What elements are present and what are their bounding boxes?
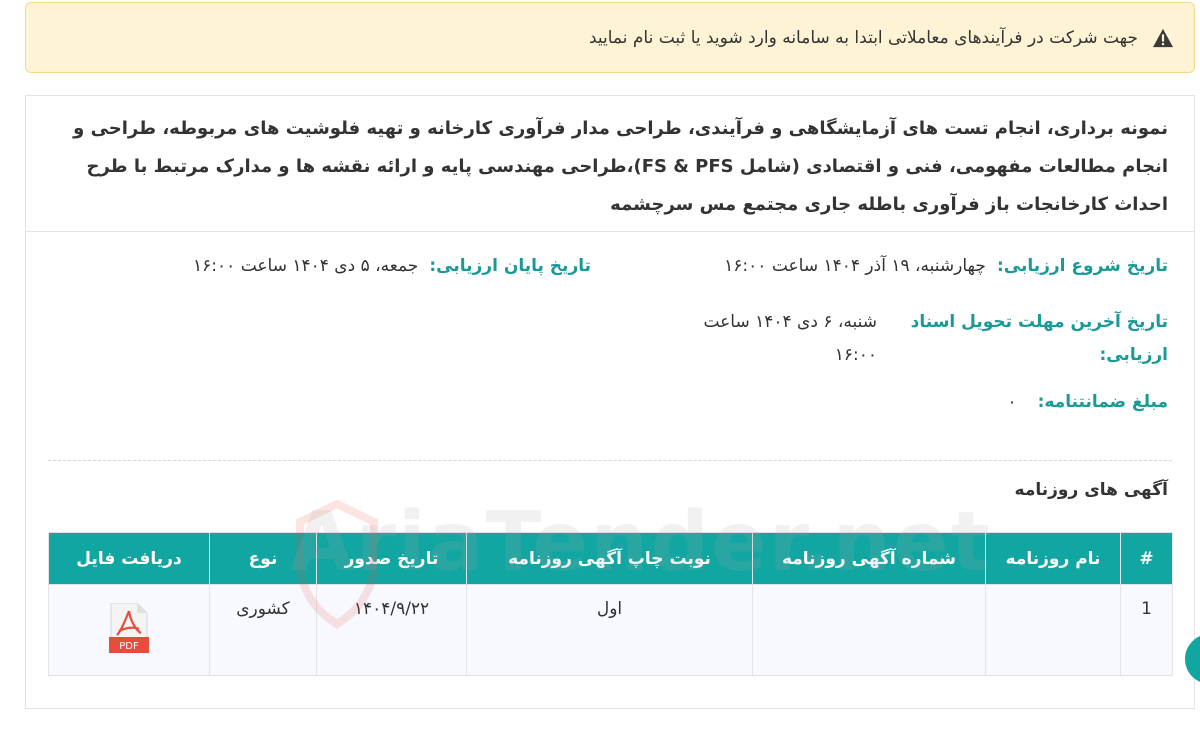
cell-ad-number <box>752 584 986 676</box>
svg-text:PDF: PDF <box>119 641 139 652</box>
cell-print-round: اول <box>466 584 753 676</box>
cell-type: کشوری <box>209 584 317 676</box>
login-alert: جهت شرکت در فرآیندهای معاملاتی ابتدا به … <box>25 2 1195 73</box>
tender-title: نمونه برداری، انجام تست های آزمایشگاهی و… <box>26 96 1194 232</box>
warning-triangle-icon <box>1153 28 1173 47</box>
col-download: دریافت فایل <box>48 532 210 585</box>
table-row: 1 اول ۱۴۰۴/۹/۲۲ کشوری PDF <box>48 584 1173 676</box>
col-ad-number: شماره آگهی روزنامه <box>752 532 986 585</box>
col-newspaper: نام روزنامه <box>985 532 1121 585</box>
docs-deadline-label: تاریخ آخرین مهلت تحویل اسناد ارزیابی: <box>910 312 1168 365</box>
col-index: # <box>1120 532 1173 585</box>
col-type: نوع <box>209 532 317 585</box>
section-divider <box>48 460 1172 461</box>
guarantee-label: مبلغ ضمانتنامه: <box>1037 392 1168 412</box>
guarantee-row: مبلغ ضمانتنامه: ۰ <box>1007 392 1168 412</box>
end-date-row: تاریخ پایان ارزیابی: جمعه، ۵ دی ۱۴۰۴ ساع… <box>193 256 591 276</box>
cell-index: 1 <box>1120 584 1173 676</box>
end-date-value: جمعه، ۵ دی ۱۴۰۴ ساعت ۱۶:۰۰ <box>193 256 419 276</box>
start-date-value: چهارشنبه، ۱۹ آذر ۱۴۰۴ ساعت ۱۶:۰۰ <box>724 256 986 276</box>
col-print-round: نوبت چاپ آگهی روزنامه <box>466 532 753 585</box>
alert-text: جهت شرکت در فرآیندهای معاملاتی ابتدا به … <box>588 27 1138 48</box>
col-issue-date: تاریخ صدور <box>316 532 467 585</box>
guarantee-value: ۰ <box>1007 392 1017 412</box>
tender-card: نمونه برداری، انجام تست های آزمایشگاهی و… <box>25 95 1195 709</box>
newspaper-ads-table: # نام روزنامه شماره آگهی روزنامه نوبت چا… <box>48 532 1173 676</box>
table-header-row: # نام روزنامه شماره آگهی روزنامه نوبت چا… <box>48 532 1173 585</box>
docs-deadline-value: شنبه، ۶ دی ۱۴۰۴ ساعت ۱۶:۰۰ <box>703 312 877 365</box>
end-date-label: تاریخ پایان ارزیابی: <box>429 256 591 276</box>
ads-section-title: آگهی های روزنامه <box>1014 480 1168 500</box>
cell-newspaper <box>985 584 1121 676</box>
start-date-label: تاریخ شروع ارزیابی: <box>996 256 1168 276</box>
start-date-row: تاریخ شروع ارزیابی: چهارشنبه، ۱۹ آذر ۱۴۰… <box>724 256 1168 276</box>
cell-issue-date: ۱۴۰۴/۹/۲۲ <box>316 584 467 676</box>
pdf-download-icon[interactable]: PDF <box>109 603 149 653</box>
cell-download: PDF <box>48 584 210 676</box>
